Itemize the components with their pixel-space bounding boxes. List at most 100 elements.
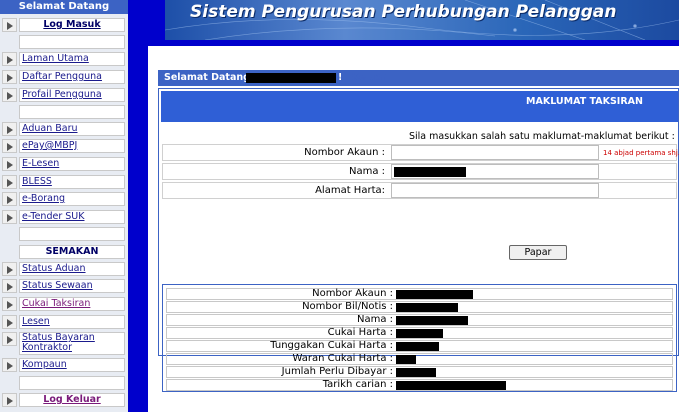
sidebar-item-laman-utama[interactable]: Laman Utama	[0, 51, 128, 67]
section-heading: SEMAKAN	[19, 245, 125, 259]
arrow-icon	[2, 70, 17, 84]
sidebar-spacer	[0, 104, 128, 120]
arrow-icon	[2, 279, 17, 293]
sidebar-item-kompaun[interactable]: Kompaun	[0, 357, 128, 373]
sidebar-spacer	[0, 34, 128, 50]
arrow-icon	[2, 192, 17, 206]
redacted-value	[396, 368, 436, 377]
table-row: Jumlah Perlu Dibayar :	[166, 366, 673, 378]
redacted-value	[396, 381, 506, 390]
papar-button[interactable]: Papar	[509, 245, 567, 260]
redacted-value	[396, 290, 473, 299]
instruction-text: Sila masukkan salah satu maklumat-maklum…	[409, 131, 675, 142]
sidebar-item-label[interactable]: e-Borang	[19, 192, 125, 206]
result-label: Waran Cukai Harta :	[292, 353, 393, 364]
arrow-icon	[2, 315, 17, 329]
panel-header: MAKLUMAT TAKSIRAN	[161, 91, 678, 122]
sidebar-item-label[interactable]: Daftar Pengguna	[19, 70, 125, 84]
sidebar-item-profail-pengguna[interactable]: Profail Pengguna	[0, 87, 128, 103]
sidebar-item-aduan-baru[interactable]: Aduan Baru	[0, 121, 128, 137]
sidebar-item-e-tender-suk[interactable]: e-Tender SUK	[0, 209, 128, 225]
result-label: Nombor Bil/Notis :	[302, 301, 393, 312]
logout-link[interactable]: Keluar	[352, 72, 387, 83]
arrow-icon	[2, 175, 17, 189]
sidebar-item-label[interactable]: Status Bayaran Kontraktor	[19, 332, 125, 355]
sidebar-item-label[interactable]: Log Masuk	[19, 18, 125, 32]
redacted-value	[394, 167, 466, 177]
sidebar-item-e-lesen[interactable]: E-Lesen	[0, 156, 128, 172]
header-banner: Sistem Pengurusan Perhubungan Pelanggan	[165, 0, 679, 40]
arrow-icon	[2, 297, 17, 311]
nombor-akaun-input[interactable]	[391, 145, 599, 160]
table-row: Nombor Bil/Notis :	[166, 301, 673, 313]
field-row-nama: Nama :	[162, 163, 677, 180]
arrow-icon	[2, 262, 17, 276]
sidebar-item-status-sewaan[interactable]: Status Sewaan	[0, 278, 128, 294]
redacted-value	[396, 316, 468, 325]
sidebar-item-e-borang[interactable]: e-Borang	[0, 191, 128, 207]
sidebar-item-label[interactable]: Laman Utama	[19, 52, 125, 66]
field-label: Nama :	[348, 166, 385, 177]
arrow-icon	[2, 88, 17, 102]
alamat-harta-input[interactable]	[391, 183, 599, 198]
sidebar-item-label[interactable]: Log Keluar	[19, 393, 125, 407]
table-row: Tunggakan Cukai Harta :	[166, 340, 673, 352]
sidebar-item-label[interactable]: ePay@MBPJ	[19, 139, 125, 153]
redacted-value	[396, 329, 443, 338]
sidebar-item-daftar-pengguna[interactable]: Daftar Pengguna	[0, 69, 128, 85]
result-label: Nombor Akaun :	[312, 288, 393, 299]
sidebar-item-label[interactable]: Lesen	[19, 315, 125, 329]
result-label: Tunggakan Cukai Harta :	[270, 340, 393, 351]
sidebar-item-label[interactable]: e-Tender SUK	[19, 210, 125, 224]
table-row: Nama :	[166, 314, 673, 326]
arrow-icon	[2, 358, 17, 372]
sidebar-item-label[interactable]: BLESS	[19, 175, 125, 189]
sidebar-item-epay[interactable]: ePay@MBPJ	[0, 138, 128, 154]
sidebar-item-status-aduan[interactable]: Status Aduan	[0, 261, 128, 277]
arrow-icon	[2, 157, 17, 171]
redacted-username	[246, 73, 336, 83]
nama-input[interactable]	[391, 164, 599, 179]
sidebar-item-lesen[interactable]: Lesen	[0, 314, 128, 330]
arrow-icon	[2, 139, 17, 153]
sidebar-item-bless[interactable]: BLESS	[0, 174, 128, 190]
arrow-icon	[2, 52, 17, 66]
sidebar: Selamat Datang Log Masuk Laman Utama Daf…	[0, 0, 128, 412]
redacted-value	[396, 355, 416, 364]
main-content: Selamat Datang ! Keluar MAKLUMAT TAKSIRA…	[148, 46, 679, 412]
arrow-icon	[2, 18, 17, 32]
sidebar-item-label[interactable]: Aduan Baru	[19, 122, 125, 136]
welcome-bar: Selamat Datang ! Keluar	[158, 70, 679, 86]
sidebar-item-label[interactable]: Kompaun	[19, 358, 125, 372]
panel-title: MAKLUMAT TAKSIRAN	[526, 96, 643, 107]
sidebar-spacer	[0, 375, 128, 391]
sidebar-spacer	[0, 226, 128, 242]
assessment-panel: MAKLUMAT TAKSIRAN Sila masukkan salah sa…	[158, 88, 679, 392]
sidebar-header: Selamat Datang	[0, 0, 128, 14]
result-label: Nama :	[356, 314, 393, 325]
redacted-value	[396, 342, 439, 351]
sidebar-item-label[interactable]: Status Aduan	[19, 262, 125, 276]
arrow-icon	[2, 122, 17, 136]
field-label: Alamat Harta:	[315, 185, 385, 196]
sidebar-item-label[interactable]: Cukai Taksiran	[19, 297, 125, 311]
sidebar-item-status-bayaran-kontraktor[interactable]: Status Bayaran Kontraktor	[0, 331, 128, 356]
sidebar-item-label[interactable]: Status Sewaan	[19, 279, 125, 293]
sidebar-item-cukai-taksiran[interactable]: Cukai Taksiran	[0, 296, 128, 312]
result-label: Cukai Harta :	[327, 327, 393, 338]
redacted-value	[396, 303, 458, 312]
welcome-text: Selamat Datang	[164, 72, 250, 83]
arrow-icon	[2, 393, 17, 407]
sidebar-item-log-masuk[interactable]: Log Masuk	[0, 17, 128, 33]
sidebar-item-label[interactable]: Profail Pengguna	[19, 88, 125, 102]
result-label: Jumlah Perlu Dibayar :	[281, 366, 393, 377]
results-table: Nombor Akaun : Nombor Bil/Notis : Nama :…	[162, 284, 677, 392]
field-hint: 14 abjad pertama shj.	[603, 149, 679, 157]
arrow-icon	[2, 210, 17, 224]
sidebar-item-label[interactable]: E-Lesen	[19, 157, 125, 171]
table-row: Waran Cukai Harta :	[166, 353, 673, 365]
sidebar-item-log-keluar[interactable]: Log Keluar	[0, 392, 128, 408]
banner-title: Sistem Pengurusan Perhubungan Pelanggan	[190, 2, 617, 22]
welcome-exclaim: !	[338, 72, 343, 83]
table-row: Tarikh carian :	[166, 379, 673, 391]
